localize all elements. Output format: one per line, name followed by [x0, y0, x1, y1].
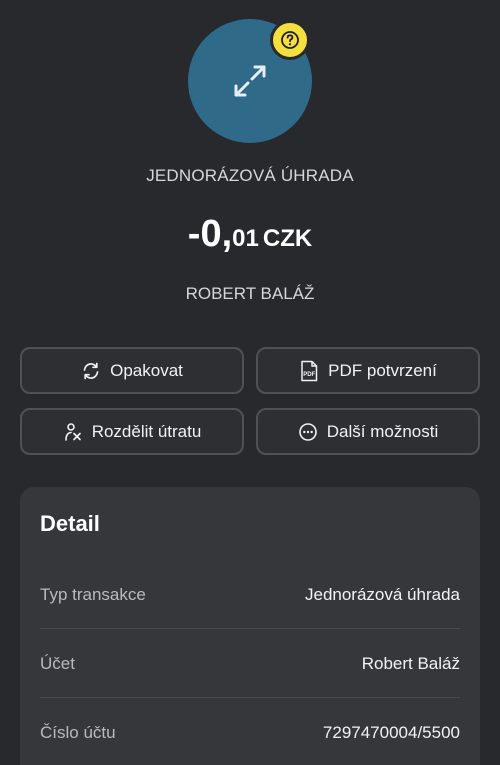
split-button-label: Rozdělit útratu	[91, 421, 202, 441]
detail-row-value: Robert Baláž	[361, 654, 460, 673]
pdf-icon: PDF	[299, 360, 319, 382]
detail-row-value: 7297470004/5500	[322, 723, 460, 742]
transaction-type: JEDNORÁZOVÁ ÚHRADA	[146, 166, 354, 185]
more-options-label: Další možnosti	[326, 421, 439, 441]
amount-currency: CZK	[262, 225, 313, 252]
detail-row-value: Jednorázová úhrada	[304, 585, 460, 604]
svg-text:PDF: PDF	[303, 372, 315, 378]
divider	[40, 697, 460, 698]
help-badge[interactable]	[270, 20, 310, 60]
question-mark-icon	[281, 31, 299, 49]
divider	[40, 628, 460, 629]
detail-row-account-number: Číslo účtu 7297470004/5500	[40, 699, 460, 765]
transaction-amount: -0,01 CZK	[0, 213, 500, 256]
amount-integer: -0,	[187, 213, 233, 255]
transaction-detail-screen: JEDNORÁZOVÁ ÚHRADA -0,01 CZK ROBERT BALÁŽ…	[0, 0, 500, 765]
detail-row-label: Účet	[40, 654, 75, 673]
pdf-confirmation-button[interactable]: PDF PDF potvrzení	[256, 347, 480, 394]
detail-row-label: Typ transakce	[40, 585, 146, 604]
counterparty-name: ROBERT BALÁŽ	[185, 284, 315, 303]
repeat-button[interactable]: Opakovat	[20, 347, 244, 394]
detail-title: Detail	[40, 511, 100, 536]
split-person-icon	[63, 422, 83, 442]
amount-decimal: 01	[232, 225, 259, 252]
refresh-icon	[81, 361, 101, 381]
detail-row-transaction-type: Typ transakce Jednorázová úhrada	[40, 561, 460, 629]
more-dots-icon	[298, 422, 318, 442]
more-options-button[interactable]: Další možnosti	[256, 408, 480, 455]
pdf-button-label: PDF potvrzení	[328, 360, 437, 380]
transfer-arrows-icon	[234, 65, 266, 97]
detail-card: Detail Typ transakce Jednorázová úhrada …	[20, 487, 480, 765]
split-expense-button[interactable]: Rozdělit útratu	[20, 408, 244, 455]
repeat-button-label: Opakovat	[110, 360, 183, 380]
detail-row-label: Číslo účtu	[40, 723, 116, 742]
detail-row-account: Účet Robert Baláž	[40, 630, 460, 698]
